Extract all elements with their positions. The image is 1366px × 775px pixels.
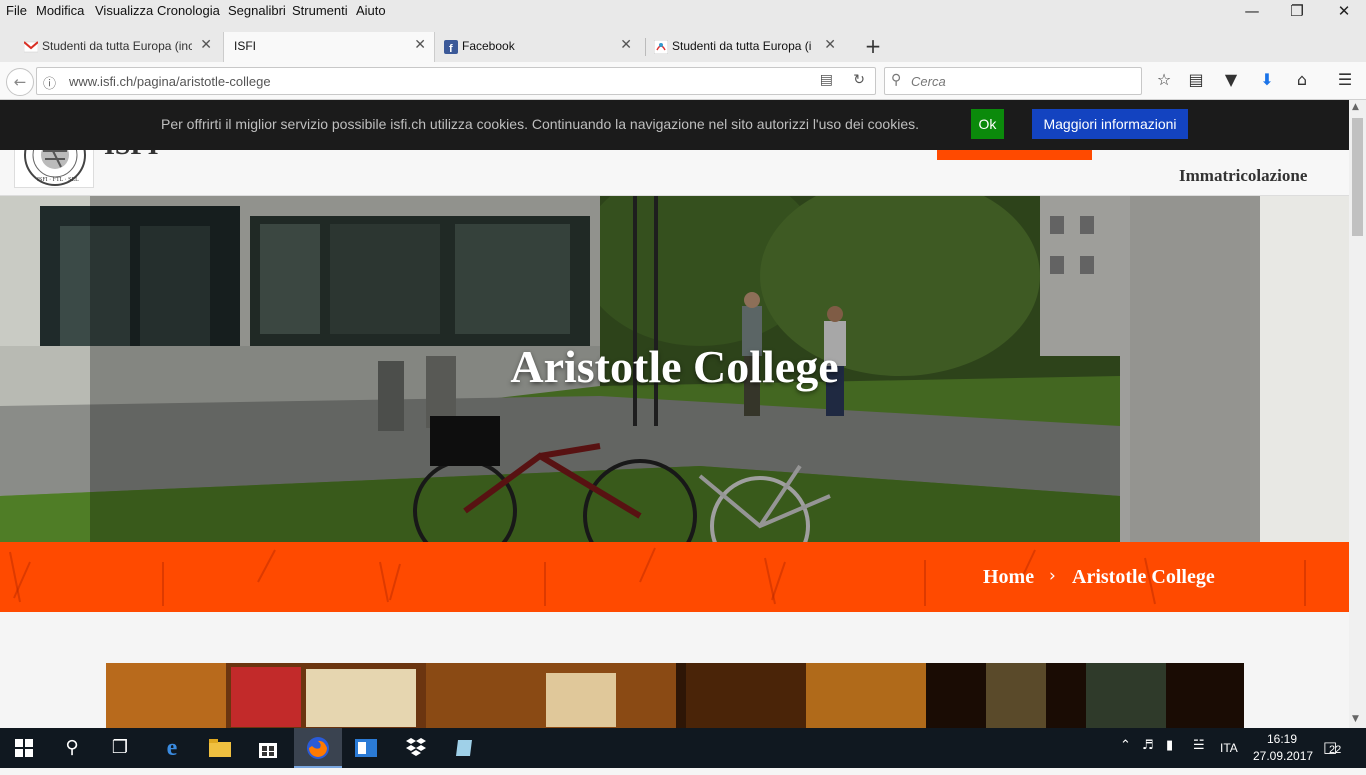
close-window-icon[interactable]: ✕: [1324, 2, 1364, 22]
tab-isfi[interactable]: ISFI ✕: [223, 32, 435, 62]
svg-text:ISFI · FTL · SEL: ISFI · FTL · SEL: [37, 177, 79, 183]
search-placeholder: Cerca: [911, 74, 946, 89]
page-title: Aristotle College: [510, 341, 839, 392]
tab-separator: [645, 38, 646, 56]
header-accent-button[interactable]: [937, 150, 1092, 160]
breadcrumb: Home › Aristotle College: [0, 542, 1349, 612]
hamburger-menu-icon[interactable]: ☰: [1333, 70, 1357, 92]
edge-icon[interactable]: e: [148, 728, 196, 768]
firefox-icon[interactable]: [294, 728, 342, 768]
menu-file[interactable]: File: [6, 3, 27, 18]
cookie-banner: Per offrirti il miglior servizio possibi…: [0, 100, 1349, 150]
battery-icon[interactable]: ▮: [1166, 738, 1173, 753]
outlook-icon[interactable]: [342, 728, 390, 768]
search-bar[interactable]: ⚲ Cerca: [884, 67, 1142, 95]
clock-date[interactable]: 27.09.2017: [1253, 749, 1313, 763]
reload-icon[interactable]: ↻: [853, 72, 865, 88]
library-image: [106, 663, 1244, 728]
tab-bar: Studenti da tutta Europa (inc ✕ ISFI ✕ f…: [0, 24, 1366, 62]
tab-label: ISFI: [234, 39, 257, 53]
menu-strumenti[interactable]: Strumenti: [292, 3, 348, 18]
home-icon[interactable]: ⌂: [1290, 70, 1314, 92]
library-icon[interactable]: ▤: [1184, 70, 1208, 92]
cookie-ok-button[interactable]: Ok: [971, 109, 1004, 139]
tab-label: Studenti da tutta Europa (inc: [42, 39, 192, 53]
tab-facebook[interactable]: f Facebook ✕: [440, 32, 640, 62]
new-tab-icon[interactable]: +: [861, 34, 885, 58]
volume-icon[interactable]: ♬: [1142, 738, 1154, 753]
navigation-bar: ← ⓘ www.isfi.ch/pagina/aristotle-college…: [0, 62, 1366, 100]
cookie-more-info-button[interactable]: Maggiori informazioni: [1032, 109, 1188, 139]
notification-count: 22: [1329, 744, 1342, 756]
dropbox-icon[interactable]: [392, 728, 440, 768]
language-indicator[interactable]: ITA: [1220, 741, 1238, 755]
store-icon[interactable]: [244, 728, 292, 768]
menu-visualizza[interactable]: Visualizza: [95, 3, 153, 18]
url-bar[interactable]: ⓘ www.isfi.ch/pagina/aristotle-college ▤…: [36, 67, 876, 95]
menu-modifica[interactable]: Modifica: [36, 3, 84, 18]
tab-label: Facebook: [462, 39, 515, 53]
minimize-icon[interactable]: —: [1232, 2, 1272, 22]
site-icon: [654, 40, 668, 54]
menu-bar: File Modifica Visualizza Cronologia Segn…: [0, 0, 1366, 24]
menu-aiuto[interactable]: Aiuto: [356, 3, 386, 18]
reader-view-icon[interactable]: ▤: [820, 72, 833, 88]
notification-center-icon[interactable]: □ 22: [1323, 738, 1345, 758]
task-view-icon[interactable]: ❐: [96, 728, 144, 768]
web-page: ISFI · FTL · SEL ISFI Immatricolazione P…: [0, 100, 1349, 728]
pocket-icon[interactable]: ▼: [1219, 70, 1243, 92]
back-button[interactable]: ←: [6, 68, 34, 96]
close-tab-icon[interactable]: ✕: [200, 37, 212, 53]
close-tab-icon[interactable]: ✕: [414, 37, 426, 53]
windows-start-icon[interactable]: [0, 728, 48, 768]
bookmark-star-icon[interactable]: ☆: [1152, 70, 1176, 92]
url-text[interactable]: www.isfi.ch/pagina/aristotle-college: [69, 74, 271, 89]
info-icon[interactable]: ⓘ: [43, 73, 56, 92]
tab-label: Studenti da tutta Europa (inc: [672, 39, 812, 53]
tab-gmail[interactable]: Studenti da tutta Europa (inc ✕: [20, 32, 220, 62]
breadcrumb-home-link[interactable]: Home: [983, 566, 1034, 589]
facebook-icon: f: [444, 40, 458, 54]
scroll-down-icon[interactable]: ▼: [1352, 714, 1359, 724]
close-tab-icon[interactable]: ✕: [824, 37, 836, 53]
wifi-icon[interactable]: ☱: [1193, 738, 1205, 753]
page-scrollbar[interactable]: ▲ ▼: [1349, 100, 1366, 728]
restore-icon[interactable]: ❐: [1277, 2, 1317, 22]
main-content: [0, 612, 1349, 728]
search-icon: ⚲: [891, 72, 902, 88]
library-photo: [106, 663, 1244, 728]
file-explorer-icon[interactable]: [196, 728, 244, 768]
cookie-message: Per offrirti il miglior servizio possibi…: [161, 116, 919, 132]
close-tab-icon[interactable]: ✕: [620, 37, 632, 53]
svg-text:f: f: [449, 43, 453, 54]
notepad-icon[interactable]: [440, 728, 488, 768]
menu-segnalibri[interactable]: Segnalibri: [228, 3, 286, 18]
windows-taskbar: ⚲ ❐ e ⌃ ♬ ▮ ☱ ITA 16:19 27.09.2017 □ 22: [0, 728, 1366, 768]
hero-banner: Aristotle College: [0, 196, 1349, 542]
download-icon[interactable]: ⬇: [1255, 70, 1279, 92]
menu-cronologia[interactable]: Cronologia: [157, 3, 220, 18]
breadcrumb-current: Aristotle College: [1072, 566, 1215, 588]
clock-time[interactable]: 16:19: [1267, 732, 1297, 746]
arrow-left-icon: ←: [13, 73, 27, 91]
search-icon[interactable]: ⚲: [48, 728, 96, 768]
scroll-up-icon[interactable]: ▲: [1352, 102, 1359, 112]
gmail-icon: [24, 41, 38, 53]
chevron-right-icon: ›: [1049, 566, 1056, 586]
scrollbar-thumb[interactable]: [1352, 118, 1363, 236]
tab-site[interactable]: Studenti da tutta Europa (inc ✕: [650, 32, 850, 62]
nav-immatricolazione[interactable]: Immatricolazione: [1179, 166, 1307, 186]
chevron-up-icon[interactable]: ⌃: [1120, 738, 1131, 753]
